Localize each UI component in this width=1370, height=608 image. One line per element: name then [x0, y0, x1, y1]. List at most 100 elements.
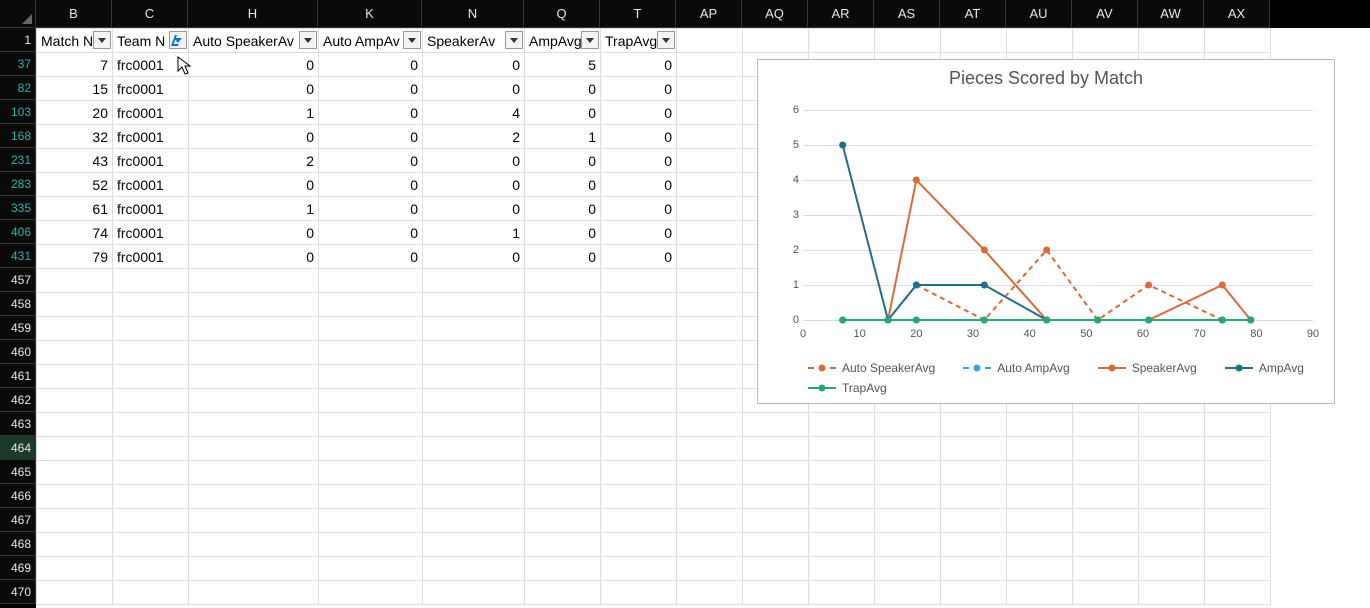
cell[interactable] — [941, 485, 1007, 509]
cell[interactable]: 0 — [525, 221, 601, 245]
cell[interactable] — [423, 293, 525, 317]
cell[interactable] — [189, 293, 319, 317]
cell[interactable] — [1007, 485, 1073, 509]
cell[interactable] — [423, 557, 525, 581]
cell[interactable] — [1073, 509, 1139, 533]
cell[interactable]: 0 — [189, 173, 319, 197]
cell[interactable] — [875, 413, 941, 437]
cell[interactable] — [423, 533, 525, 557]
cell[interactable] — [1205, 557, 1271, 581]
cell[interactable]: 0 — [189, 53, 319, 77]
filter-button-H[interactable] — [299, 31, 317, 49]
header-cell-H[interactable]: Auto SpeakerAv — [189, 29, 319, 53]
row-header-103[interactable]: 103 — [0, 100, 36, 124]
cell[interactable] — [601, 437, 677, 461]
cell[interactable] — [601, 485, 677, 509]
cell[interactable] — [677, 365, 743, 389]
cell[interactable] — [601, 389, 677, 413]
cell[interactable] — [1007, 413, 1073, 437]
cell[interactable] — [189, 509, 319, 533]
cell[interactable]: 5 — [525, 53, 601, 77]
row-header-1[interactable]: 1 — [0, 28, 36, 52]
cell[interactable]: 0 — [525, 197, 601, 221]
cell[interactable] — [1139, 437, 1205, 461]
cell[interactable]: frc0001 — [113, 101, 189, 125]
cell[interactable] — [1073, 557, 1139, 581]
cell[interactable] — [525, 461, 601, 485]
row-header-431[interactable]: 431 — [0, 244, 36, 268]
cell[interactable] — [809, 581, 875, 605]
cell[interactable]: 0 — [319, 101, 423, 125]
cell[interactable]: 0 — [601, 53, 677, 77]
cell[interactable] — [319, 269, 423, 293]
cell[interactable] — [189, 581, 319, 605]
cell[interactable] — [1139, 485, 1205, 509]
cell[interactable] — [189, 317, 319, 341]
cell[interactable] — [677, 389, 743, 413]
cell[interactable] — [941, 533, 1007, 557]
cell[interactable]: frc0001 — [113, 245, 189, 269]
cell[interactable] — [875, 437, 941, 461]
cell[interactable] — [319, 437, 423, 461]
cell[interactable] — [1007, 533, 1073, 557]
cell[interactable]: 7 — [37, 53, 113, 77]
cell[interactable] — [875, 533, 941, 557]
cell[interactable]: 1 — [525, 125, 601, 149]
row-header-458[interactable]: 458 — [0, 292, 36, 316]
cell[interactable] — [1007, 509, 1073, 533]
cell[interactable] — [677, 173, 743, 197]
cell[interactable]: 0 — [525, 245, 601, 269]
column-header-AW[interactable]: AW — [1138, 0, 1204, 28]
cell[interactable] — [601, 269, 677, 293]
cell[interactable] — [525, 485, 601, 509]
cell[interactable]: 0 — [525, 173, 601, 197]
cell[interactable] — [601, 461, 677, 485]
column-header-K[interactable]: K — [318, 0, 422, 28]
column-header-B[interactable]: B — [36, 0, 112, 28]
cell[interactable] — [1205, 461, 1271, 485]
cell[interactable]: 0 — [601, 125, 677, 149]
cell[interactable]: 4 — [423, 101, 525, 125]
cell[interactable]: 20 — [37, 101, 113, 125]
header-cell-AR[interactable] — [809, 29, 875, 53]
filter-button-C[interactable] — [169, 31, 187, 49]
cell[interactable] — [1073, 485, 1139, 509]
cell[interactable]: 0 — [189, 77, 319, 101]
cell[interactable] — [677, 269, 743, 293]
cell[interactable] — [1073, 533, 1139, 557]
cell[interactable] — [113, 509, 189, 533]
cell[interactable]: 0 — [525, 149, 601, 173]
cell[interactable] — [37, 389, 113, 413]
header-cell-AW[interactable] — [1139, 29, 1205, 53]
cell[interactable] — [677, 317, 743, 341]
cell[interactable] — [1073, 461, 1139, 485]
cell[interactable] — [677, 53, 743, 77]
cell[interactable] — [1139, 461, 1205, 485]
cell[interactable]: 0 — [601, 197, 677, 221]
cell[interactable] — [743, 581, 809, 605]
cell[interactable] — [37, 317, 113, 341]
column-header-AU[interactable]: AU — [1006, 0, 1072, 28]
cell[interactable] — [423, 341, 525, 365]
cell[interactable] — [37, 461, 113, 485]
row-header-406[interactable]: 406 — [0, 220, 36, 244]
header-cell-N[interactable]: SpeakerAv — [423, 29, 525, 53]
cell[interactable] — [1205, 485, 1271, 509]
cell[interactable]: 79 — [37, 245, 113, 269]
cell[interactable]: 0 — [319, 149, 423, 173]
cell[interactable]: 0 — [423, 149, 525, 173]
cell[interactable] — [809, 437, 875, 461]
cell[interactable] — [1007, 461, 1073, 485]
filter-button-Q[interactable] — [581, 31, 599, 49]
cell[interactable]: 0 — [525, 101, 601, 125]
select-all-corner[interactable] — [0, 0, 36, 28]
cell[interactable]: 2 — [189, 149, 319, 173]
cell[interactable]: 0 — [601, 149, 677, 173]
cell[interactable] — [1007, 557, 1073, 581]
cell[interactable]: frc0001 — [113, 53, 189, 77]
row-header-463[interactable]: 463 — [0, 412, 36, 436]
cell[interactable] — [423, 413, 525, 437]
cell[interactable] — [525, 317, 601, 341]
cell[interactable] — [743, 509, 809, 533]
cell[interactable] — [743, 461, 809, 485]
